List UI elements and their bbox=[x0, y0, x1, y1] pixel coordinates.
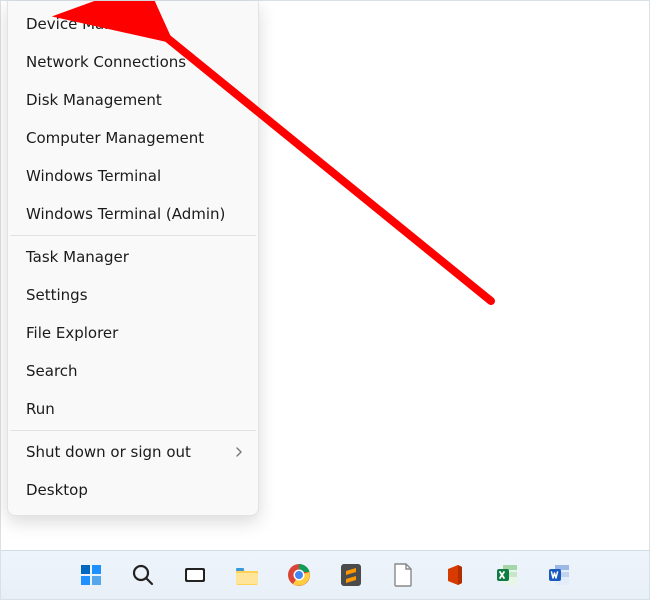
menu-item-search[interactable]: Search bbox=[8, 352, 258, 390]
menu-item-label: Disk Management bbox=[26, 91, 162, 109]
menu-item-file-explorer[interactable]: File Explorer bbox=[8, 314, 258, 352]
sublime-text-icon[interactable] bbox=[337, 561, 365, 589]
menu-item-label: Settings bbox=[26, 286, 88, 304]
menu-item-label: Computer Management bbox=[26, 129, 204, 147]
menu-item-label: Search bbox=[26, 362, 78, 380]
chrome-icon[interactable] bbox=[285, 561, 313, 589]
menu-item-task-manager[interactable]: Task Manager bbox=[8, 238, 258, 276]
menu-item-label: Run bbox=[26, 400, 55, 418]
menu-item-windows-terminal[interactable]: Windows Terminal bbox=[8, 157, 258, 195]
desktop-area: Device Manager Network Connections Disk … bbox=[0, 0, 650, 600]
menu-item-shut-down-or-sign-out[interactable]: Shut down or sign out bbox=[8, 433, 258, 471]
office-icon[interactable] bbox=[441, 561, 469, 589]
file-explorer-icon[interactable] bbox=[233, 561, 261, 589]
menu-separator bbox=[10, 235, 256, 236]
excel-icon[interactable] bbox=[493, 561, 521, 589]
menu-item-label: Task Manager bbox=[26, 248, 129, 266]
menu-item-disk-management[interactable]: Disk Management bbox=[8, 81, 258, 119]
menu-item-label: Desktop bbox=[26, 481, 88, 499]
menu-item-desktop[interactable]: Desktop bbox=[8, 471, 258, 509]
taskbar bbox=[1, 550, 649, 599]
menu-item-computer-management[interactable]: Computer Management bbox=[8, 119, 258, 157]
search-icon[interactable] bbox=[129, 561, 157, 589]
task-view-icon[interactable] bbox=[181, 561, 209, 589]
menu-item-network-connections[interactable]: Network Connections bbox=[8, 43, 258, 81]
menu-item-label: Windows Terminal bbox=[26, 167, 161, 185]
chevron-right-icon bbox=[234, 447, 244, 457]
new-document-icon[interactable] bbox=[389, 561, 417, 589]
menu-item-label: Shut down or sign out bbox=[26, 443, 191, 461]
winx-context-menu: Device Manager Network Connections Disk … bbox=[7, 1, 259, 516]
menu-separator bbox=[10, 430, 256, 431]
start-icon[interactable] bbox=[77, 561, 105, 589]
menu-item-label: Network Connections bbox=[26, 53, 186, 71]
menu-item-settings[interactable]: Settings bbox=[8, 276, 258, 314]
menu-item-label: File Explorer bbox=[26, 324, 118, 342]
menu-item-windows-terminal-admin[interactable]: Windows Terminal (Admin) bbox=[8, 195, 258, 233]
menu-item-run[interactable]: Run bbox=[8, 390, 258, 428]
word-icon[interactable] bbox=[545, 561, 573, 589]
menu-item-device-manager[interactable]: Device Manager bbox=[8, 5, 258, 43]
menu-item-label: Device Manager bbox=[26, 15, 148, 33]
menu-item-label: Windows Terminal (Admin) bbox=[26, 205, 225, 223]
